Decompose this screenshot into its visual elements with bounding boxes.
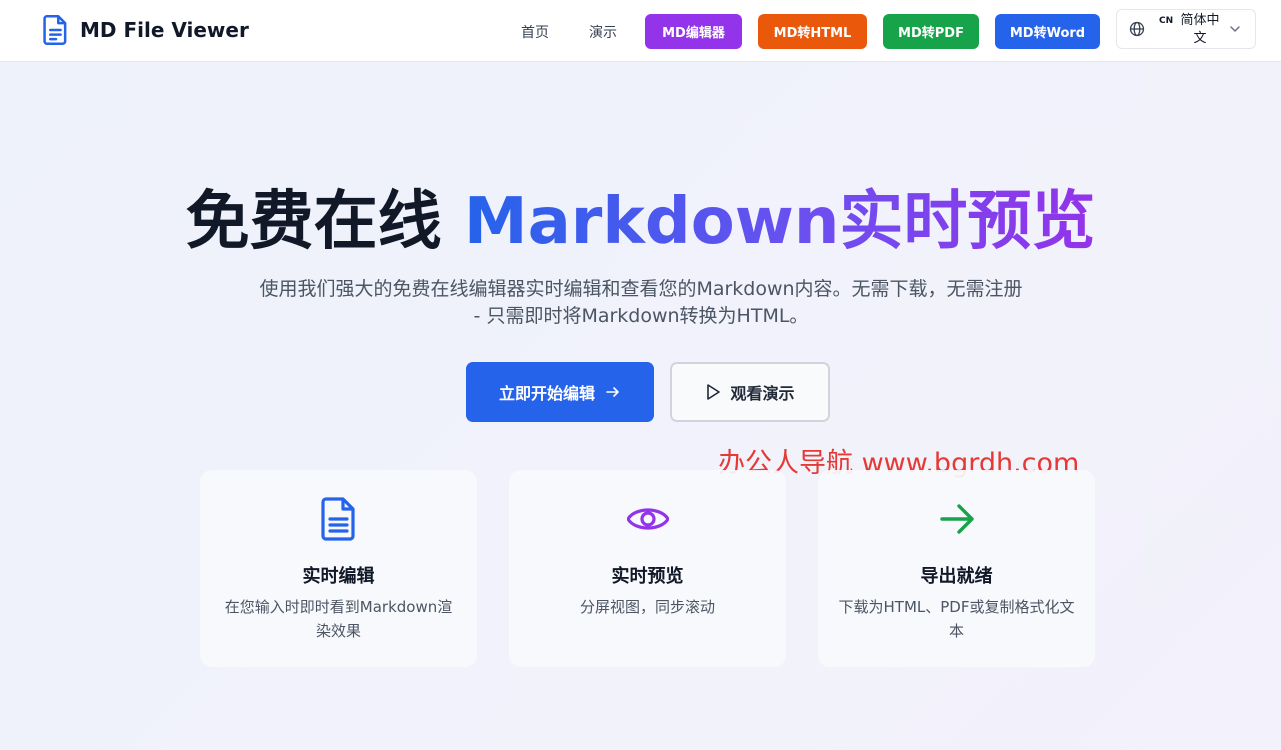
hero-subtitle: 使用我们强大的免费在线编辑器实时编辑和查看您的Markdown内容。无需下载，无…	[259, 278, 1023, 327]
feature-card-live-preview: 实时预览 分屏视图，同步滚动	[509, 470, 786, 667]
play-icon	[707, 384, 721, 400]
feature-description: 分屏视图，同步滚动	[579, 598, 715, 616]
nav-button-md-to-pdf[interactable]: MD转PDF	[883, 14, 979, 49]
chevron-down-icon	[1230, 26, 1240, 32]
eye-icon	[627, 508, 669, 530]
nav-link-home[interactable]: 首页	[521, 22, 549, 42]
feature-description: 在您输入时即时看到Markdown渲染效果	[224, 598, 453, 640]
globe-icon	[1129, 21, 1145, 37]
language-code: CN	[1159, 16, 1174, 26]
feature-description: 下载为HTML、PDF或复制格式化文本	[838, 598, 1075, 640]
hero-title-prefix: 免费在线	[185, 185, 464, 259]
watch-demo-button[interactable]: 观看演示	[670, 362, 830, 422]
language-name: 简体中文	[1180, 13, 1220, 46]
feature-title: 实时预览	[611, 566, 684, 587]
start-editing-label: 立即开始编辑	[498, 384, 595, 403]
hero-title: 免费在线 Markdown实时预览	[0, 184, 1281, 260]
nav-button-md-to-html[interactable]: MD转HTML	[758, 14, 867, 49]
hero-title-highlight: Markdown实时预览	[463, 185, 1096, 259]
feature-card-export-ready: 导出就绪 下载为HTML、PDF或复制格式化文本	[818, 470, 1095, 667]
nav-link-demo[interactable]: 演示	[589, 22, 617, 42]
watch-demo-label: 观看演示	[730, 384, 795, 403]
document-icon	[43, 15, 67, 45]
feature-title: 实时编辑	[302, 566, 375, 587]
feature-title: 导出就绪	[920, 566, 993, 587]
arrow-right-icon	[940, 504, 974, 534]
nav-button-md-to-word[interactable]: MD转Word	[995, 14, 1100, 49]
logo[interactable]: MD File Viewer	[42, 13, 249, 47]
start-editing-button[interactable]: 立即开始编辑	[466, 362, 654, 422]
site-header: MD File Viewer 首页 演示 MD编辑器 MD转HTML MD转PD…	[0, 0, 1281, 62]
arrow-right-icon	[606, 387, 619, 397]
logo-text: MD File Viewer	[80, 18, 249, 42]
feature-card-live-editing: 实时编辑 在您输入时即时看到Markdown渲染效果	[200, 470, 477, 667]
nav-button-md-editor[interactable]: MD编辑器	[645, 14, 742, 49]
document-icon	[321, 497, 355, 541]
language-selector[interactable]: CN 简体中文	[1116, 9, 1256, 49]
